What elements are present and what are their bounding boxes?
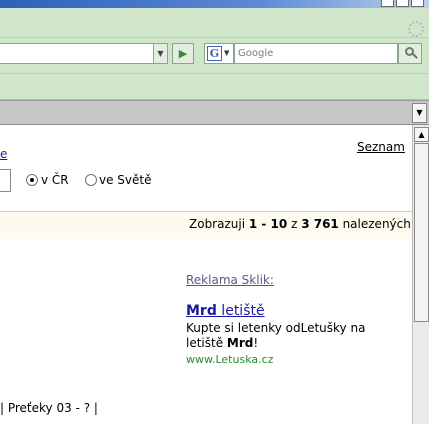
ad-line2-bold: Mrd [226,336,254,350]
search-input[interactable]: Google [234,43,398,64]
results-suffix: nalezených [338,217,411,231]
tab-bar [0,100,429,125]
radio-world-label[interactable]: ve Světě [99,173,152,187]
ad-line2-end: ! [253,336,259,350]
chevron-down-icon: ▼ [416,108,423,117]
results-middle: z [287,217,302,231]
minimize-button[interactable] [381,0,394,7]
scrollbar-thumb[interactable] [414,143,429,322]
window-title-strip [0,0,429,8]
ad-text-line: letiště Mrd! [186,336,258,350]
ad-title-link[interactable]: Mrd letiště [186,303,265,319]
search-engine-selector[interactable]: G ▼ [204,43,234,64]
address-bar[interactable] [0,43,168,64]
chevron-down-icon: ▼ [157,49,164,58]
go-arrow-icon: ▶ [178,47,188,60]
seznam-link[interactable]: Seznam [357,140,405,154]
menu-toolbar [0,8,429,38]
results-summary: Zobrazuji 1 - 10 z 3 761 nalezených [189,217,411,231]
chevron-down-icon: ▼ [224,49,230,57]
ad-title-bold: Mrd [186,303,217,319]
search-icon-handle [412,53,418,59]
cut-off-link[interactable]: e [0,147,7,161]
footer-links: | Preťeky 03 - ? | [0,401,98,415]
ad-line2-start: letiště [186,336,227,350]
ad-title-rest: letiště [216,303,265,319]
address-dropdown-button[interactable]: ▼ [153,43,168,64]
maximize-button[interactable] [396,0,409,7]
go-button[interactable]: ▶ [172,43,194,64]
chevron-up-icon: ▲ [418,130,425,139]
throbber-icon [408,21,424,37]
navigation-toolbar: ▼ ▶ G ▼ Google [0,38,429,74]
close-button[interactable] [411,0,424,7]
vertical-scrollbar[interactable]: ▲ [412,125,429,424]
radio-cz[interactable] [26,174,38,186]
radio-world[interactable] [85,174,97,186]
scroll-up-button[interactable]: ▲ [414,127,429,142]
ad-text-line: Kupte si letenky odLetušky na [186,321,366,335]
tab-list-button[interactable]: ▼ [412,103,427,123]
page-content: e Seznam v ČR ve Světě Zobrazuji 1 - 10 … [0,125,412,424]
results-prefix: Zobrazuji [189,217,249,231]
results-range: 1 - 10 [248,217,288,231]
radio-cz-label[interactable]: v ČR [41,173,69,187]
ad-url[interactable]: www.Letuska.cz [186,353,273,366]
search-button[interactable] [398,43,422,64]
results-total: 3 761 [301,217,339,231]
ad-heading-link[interactable]: Reklama Sklik: [186,273,274,287]
google-icon: G [207,46,222,61]
query-input[interactable] [0,169,11,192]
bookmarks-toolbar [0,74,429,100]
